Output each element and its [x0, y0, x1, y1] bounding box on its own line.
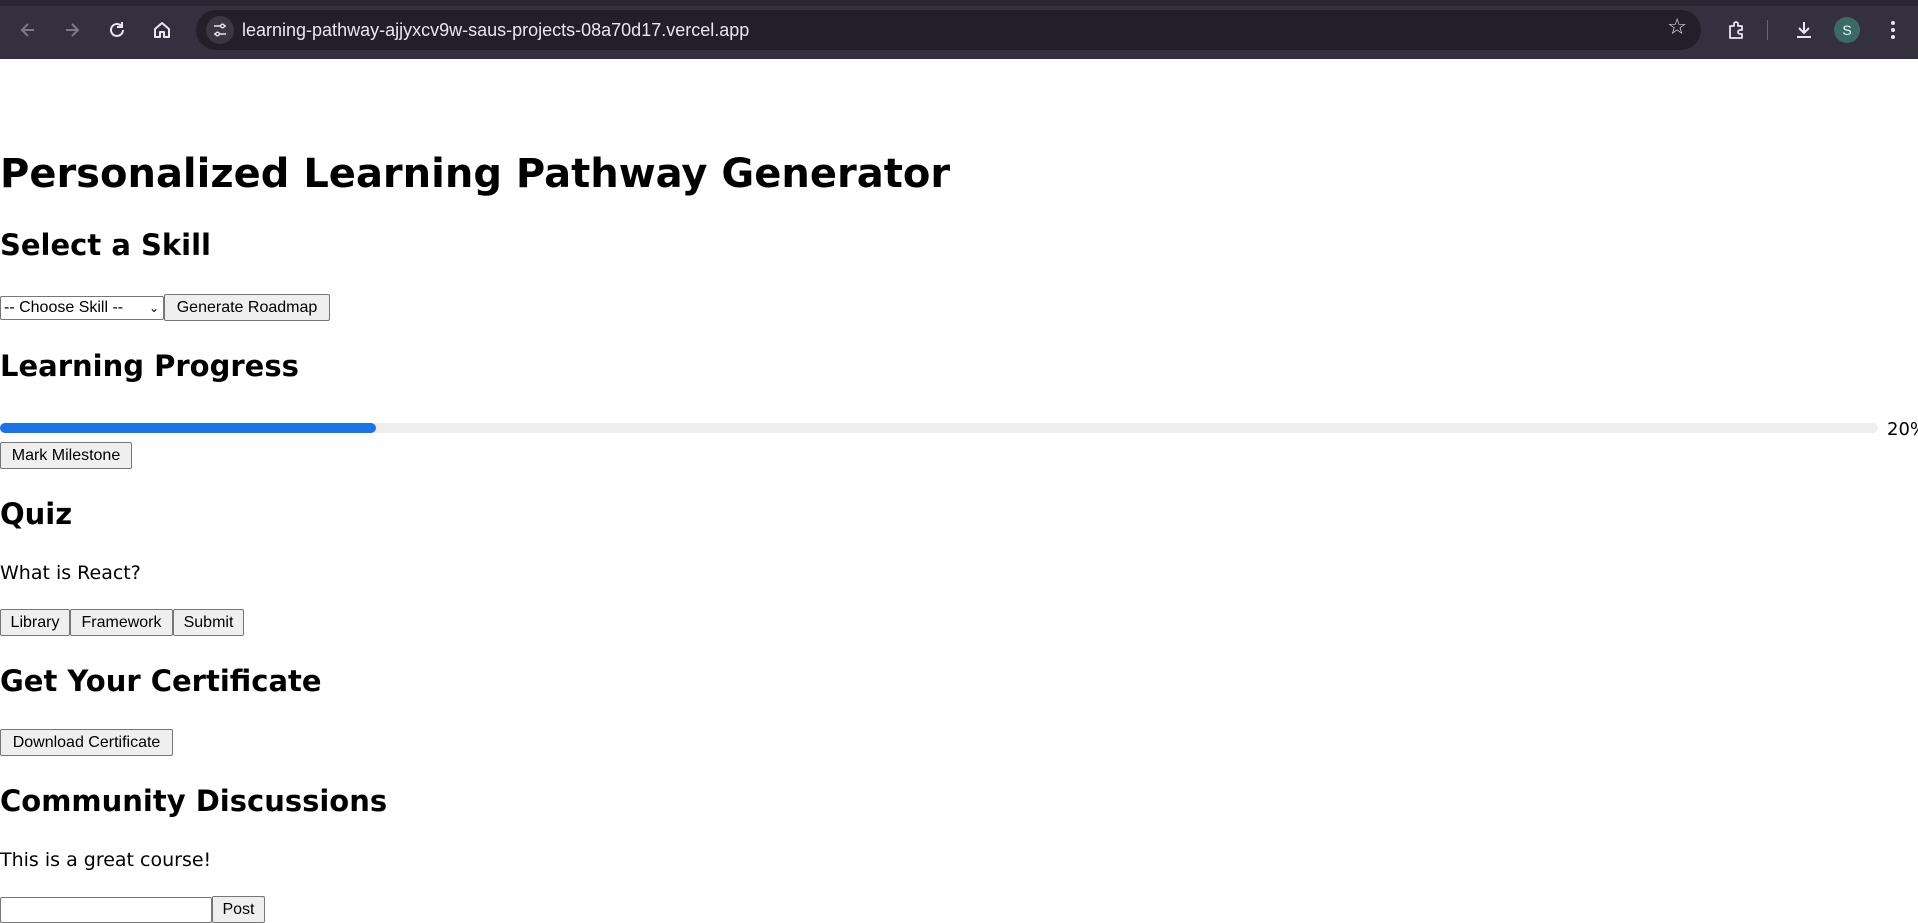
comment-text: This is a great course! — [0, 849, 212, 871]
quiz-question: What is React? — [0, 562, 141, 584]
back-icon[interactable] — [12, 14, 44, 46]
address-bar[interactable]: learning-pathway-ajjyxcv9w-saus-projects… — [196, 10, 1701, 50]
generate-roadmap-button[interactable]: Generate Roadmap — [164, 294, 330, 321]
browser-toolbar: learning-pathway-ajjyxcv9w-saus-projects… — [0, 0, 1918, 59]
skill-select-value: -- Choose Skill -- — [4, 299, 124, 316]
tab-strip — [0, 0, 1918, 6]
comment-input[interactable] — [0, 897, 212, 923]
quiz-option-library-button[interactable]: Library — [0, 609, 70, 636]
download-certificate-button[interactable]: Download Certificate — [0, 729, 173, 756]
forward-icon[interactable] — [56, 14, 88, 46]
progress-bar-fill — [0, 423, 376, 433]
chevron-down-icon: ⌄ — [148, 301, 159, 315]
bookmark-star-icon[interactable]: ☆ — [1667, 17, 1687, 39]
quiz-option-framework-button[interactable]: Framework — [70, 609, 173, 636]
site-info-icon[interactable] — [206, 16, 234, 44]
reload-icon[interactable] — [101, 14, 133, 46]
download-icon[interactable] — [1788, 14, 1820, 46]
progress-bar — [0, 423, 1878, 433]
mark-milestone-button[interactable]: Mark Milestone — [0, 442, 132, 469]
quiz-submit-button[interactable]: Submit — [173, 609, 244, 636]
page-title: Personalized Learning Pathway Generator — [0, 151, 951, 197]
post-button[interactable]: Post — [212, 896, 265, 923]
community-heading: Community Discussions — [0, 784, 388, 818]
skill-heading: Select a Skill — [0, 228, 211, 262]
toolbar-divider — [1767, 20, 1768, 40]
progress-percent: 20% — [1887, 419, 1918, 440]
quiz-heading: Quiz — [0, 497, 73, 531]
certificate-heading: Get Your Certificate — [0, 664, 322, 698]
url-text[interactable]: learning-pathway-ajjyxcv9w-saus-projects… — [242, 20, 749, 41]
home-icon[interactable] — [146, 14, 178, 46]
menu-icon[interactable] — [1877, 14, 1909, 46]
extensions-icon[interactable] — [1721, 14, 1753, 46]
skill-select[interactable]: -- Choose Skill -- ⌄ — [0, 296, 164, 320]
profile-avatar[interactable]: S — [1834, 17, 1860, 43]
progress-heading: Learning Progress — [0, 349, 299, 383]
